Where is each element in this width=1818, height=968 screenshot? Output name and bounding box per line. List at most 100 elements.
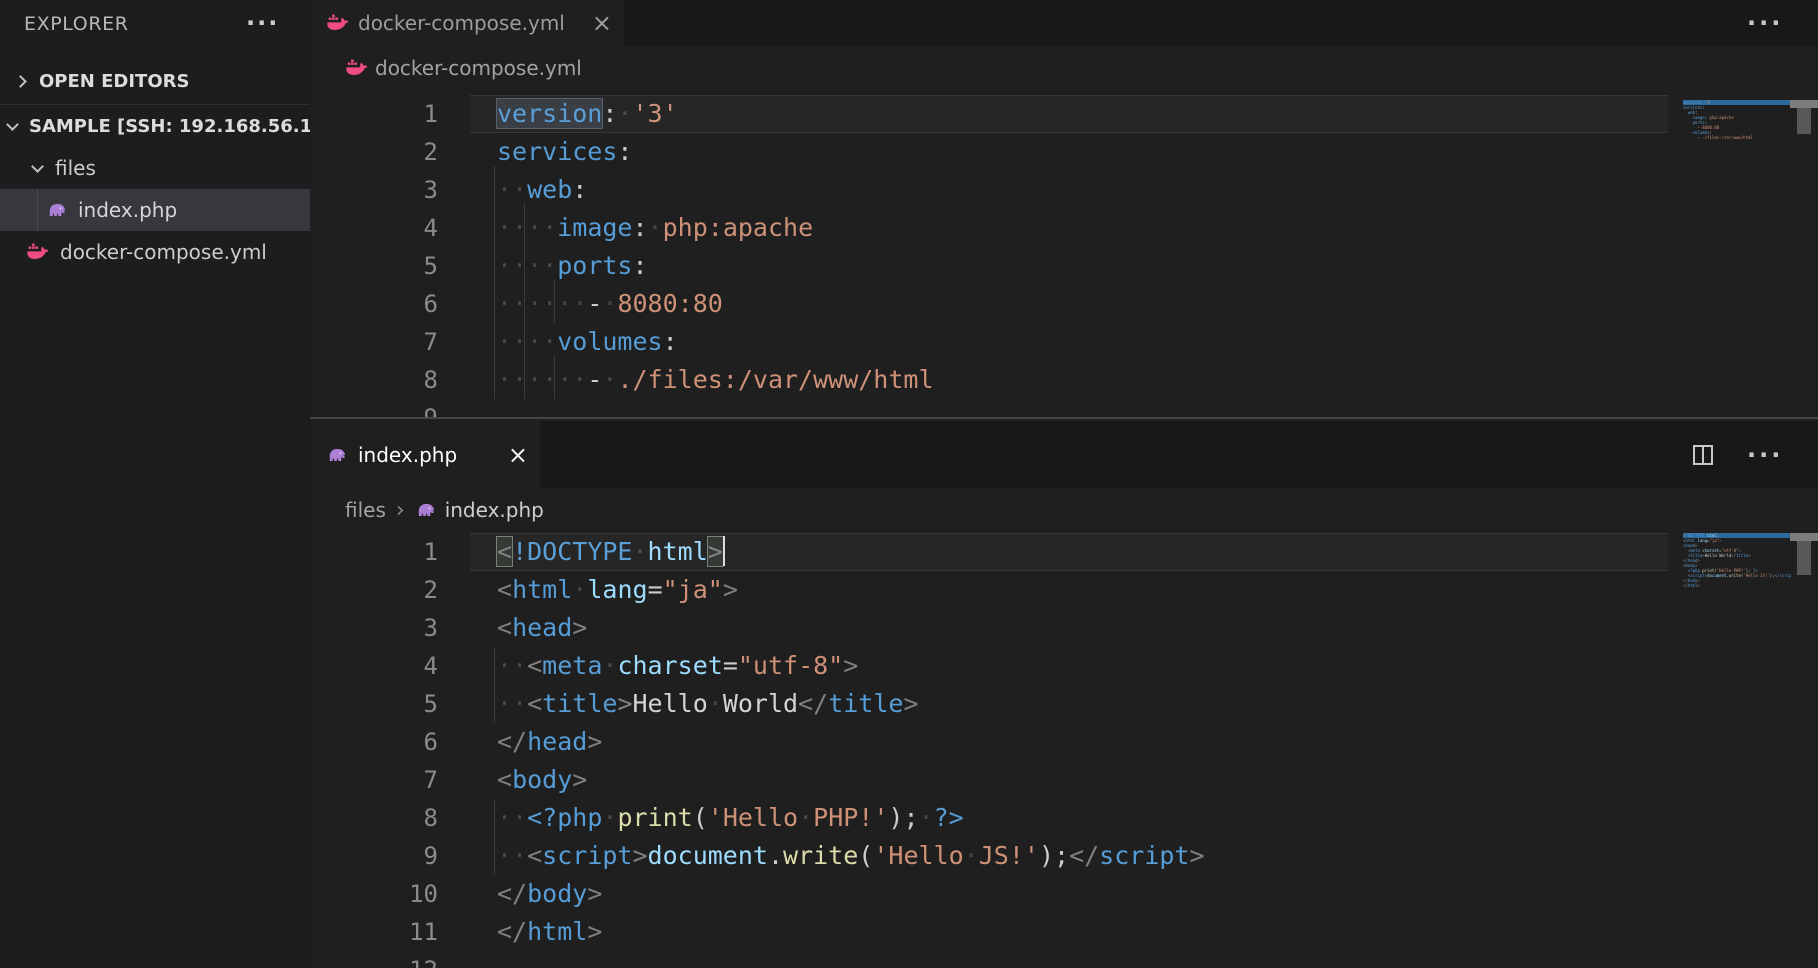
scrollbar-thumb[interactable] bbox=[1797, 541, 1811, 575]
token: > bbox=[587, 917, 602, 946]
token: </ bbox=[497, 879, 527, 908]
token: · bbox=[708, 689, 723, 718]
open-editors-section-header[interactable]: OPEN EDITORS bbox=[0, 60, 310, 102]
breadcrumb-item-docker-compose[interactable]: docker-compose.yml bbox=[345, 56, 582, 80]
code-text: <!DOCTYPE·html> bbox=[438, 533, 725, 571]
open-editors-label: OPEN EDITORS bbox=[39, 71, 189, 92]
token: · bbox=[798, 803, 813, 832]
tab-label: docker-compose.yml bbox=[358, 11, 565, 35]
tab-bar: index.php × ··· bbox=[310, 421, 1818, 488]
code-line[interactable]: 2services: bbox=[310, 133, 1818, 171]
token: . bbox=[768, 841, 783, 870]
close-icon[interactable]: × bbox=[592, 11, 612, 35]
line-number: 8 bbox=[310, 799, 438, 837]
breadcrumb-item-files[interactable]: files bbox=[345, 498, 386, 522]
token: ·· bbox=[497, 689, 527, 718]
code-line[interactable]: 2<html·lang="ja"> bbox=[310, 571, 1818, 609]
code-line[interactable]: 3<head> bbox=[310, 609, 1818, 647]
token: < bbox=[497, 613, 512, 642]
breadcrumb-item-index-php[interactable]: index.php bbox=[415, 498, 544, 522]
code-line[interactable]: 5····ports: bbox=[310, 247, 1818, 285]
code-line[interactable]: 7<body> bbox=[310, 761, 1818, 799]
code-line[interactable]: 10</body> bbox=[310, 875, 1818, 913]
breadcrumb: files › index.php bbox=[310, 488, 1818, 532]
minimap[interactable]: version:·'3'services:··web:····image:·ph… bbox=[1675, 100, 1791, 145]
token: < bbox=[527, 841, 542, 870]
code-editor-yaml: 1version:·'3'2services:3··web:4····image… bbox=[310, 90, 1818, 419]
code-line[interactable]: 9 bbox=[310, 399, 1818, 419]
code-line[interactable]: 5··<title>Hello·World</title> bbox=[310, 685, 1818, 723]
code-line[interactable]: 8······-·./files:/var/www/html bbox=[310, 361, 1818, 399]
token: : bbox=[663, 327, 678, 356]
code-line[interactable]: 11</html> bbox=[310, 913, 1818, 951]
file-label: index.php bbox=[78, 198, 177, 222]
code-line[interactable]: 9··<script>document.write('Hello·JS!');<… bbox=[310, 837, 1818, 875]
workspace-section-header[interactable]: SAMPLE [SSH: 192.168.56.101] bbox=[0, 105, 310, 147]
code-text: ····volumes: bbox=[438, 323, 678, 361]
chevron-down-icon bbox=[31, 160, 44, 173]
token: World bbox=[723, 689, 798, 718]
code-line[interactable]: 12 bbox=[310, 951, 1818, 968]
breadcrumb: docker-compose.yml bbox=[310, 46, 1818, 90]
code-line[interactable]: 1<!DOCTYPE·html> bbox=[310, 533, 1818, 571]
line-number: 8 bbox=[310, 361, 438, 399]
token: > bbox=[572, 765, 587, 794]
split-editor-icon[interactable] bbox=[1693, 445, 1713, 465]
explorer-sidebar: EXPLORER ··· OPEN EDITORS SAMPLE [SSH: 1… bbox=[0, 0, 310, 968]
code-text: <head> bbox=[438, 609, 587, 647]
line-number: 4 bbox=[310, 647, 438, 685]
token: body bbox=[527, 879, 587, 908]
indent-guide bbox=[494, 166, 495, 399]
code-text: ··<title>Hello·World</title> bbox=[438, 685, 919, 723]
code-line[interactable]: 6</head> bbox=[310, 723, 1818, 761]
line-number: 2 bbox=[310, 133, 438, 171]
line-number: 7 bbox=[310, 761, 438, 799]
line-number: 5 bbox=[310, 247, 438, 285]
code-line[interactable]: 6······-·8080:80 bbox=[310, 285, 1818, 323]
breadcrumb-label: files bbox=[345, 498, 386, 522]
code-line[interactable]: 4··<meta·charset="utf-8"> bbox=[310, 647, 1818, 685]
minimap[interactable]: <!DOCTYPE·html><html·lang="ja"><head>··<… bbox=[1675, 533, 1791, 593]
token: document bbox=[648, 841, 768, 870]
token: - bbox=[587, 289, 602, 318]
explorer-more-actions-button[interactable]: ··· bbox=[246, 0, 279, 46]
text-cursor bbox=[723, 536, 725, 566]
editor-more-actions-button[interactable]: ··· bbox=[1747, 421, 1783, 488]
token: · bbox=[602, 651, 617, 680]
token: write bbox=[783, 841, 858, 870]
sidebar-item-index-php[interactable]: index.php bbox=[0, 189, 310, 231]
workspace-label: SAMPLE [SSH: 192.168.56.101] bbox=[29, 116, 345, 137]
token: : bbox=[617, 137, 632, 166]
scrollbar-thumb[interactable] bbox=[1797, 108, 1811, 134]
minimap-line bbox=[1683, 588, 1791, 593]
scrollbar[interactable] bbox=[1790, 421, 1818, 968]
tab-index-php[interactable]: index.php × bbox=[310, 421, 540, 488]
breadcrumb-label: docker-compose.yml bbox=[375, 56, 582, 80]
token: image bbox=[557, 213, 632, 242]
token: < bbox=[497, 537, 512, 566]
token: php:apache bbox=[663, 213, 814, 242]
token: < bbox=[527, 689, 542, 718]
scrollbar[interactable] bbox=[1790, 0, 1818, 417]
docker-file-icon bbox=[326, 12, 348, 34]
token: · bbox=[602, 803, 617, 832]
token: web bbox=[527, 175, 572, 204]
token: : bbox=[572, 175, 587, 204]
code-line[interactable]: 8··<?php·print('Hello·PHP!');·?> bbox=[310, 799, 1818, 837]
editor-more-actions-button[interactable]: ··· bbox=[1747, 0, 1783, 46]
token: body bbox=[512, 765, 572, 794]
code-text: <html·lang="ja"> bbox=[438, 571, 738, 609]
close-icon[interactable]: × bbox=[508, 443, 528, 467]
line-number: 5 bbox=[310, 685, 438, 723]
line-number: 9 bbox=[310, 399, 438, 419]
code-text: </body> bbox=[438, 875, 602, 913]
code-line[interactable]: 1version:·'3' bbox=[310, 95, 1818, 133]
code-line[interactable]: 4····image:·php:apache bbox=[310, 209, 1818, 247]
tab-docker-compose-yml[interactable]: docker-compose.yml × bbox=[310, 0, 624, 46]
sidebar-item-docker-compose[interactable]: docker-compose.yml bbox=[0, 231, 310, 273]
code-line[interactable]: 7····volumes: bbox=[310, 323, 1818, 361]
code-line[interactable]: 3··web: bbox=[310, 171, 1818, 209]
sidebar-item-files-folder[interactable]: files bbox=[0, 147, 310, 189]
token: </ bbox=[497, 727, 527, 756]
token: · bbox=[648, 213, 663, 242]
